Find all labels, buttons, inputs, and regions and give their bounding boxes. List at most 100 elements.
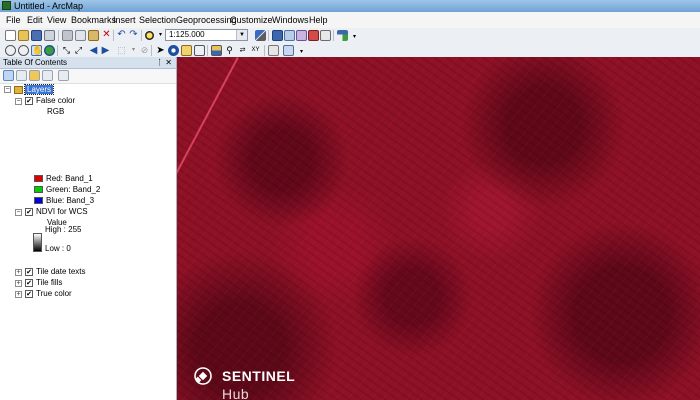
editor-toolbar-icon[interactable] (255, 30, 266, 41)
list-by-drawing-order-icon[interactable] (3, 70, 14, 81)
undo-icon[interactable]: ↶ (116, 30, 127, 41)
catalog-icon[interactable] (284, 30, 295, 41)
menu-file[interactable]: File (4, 12, 23, 28)
list-by-selection-icon[interactable] (42, 70, 53, 81)
layer-tile-fills[interactable]: Tile fills (36, 277, 62, 288)
cut-icon[interactable] (62, 30, 73, 41)
add-data-icon[interactable] (144, 30, 155, 41)
layer-tile-date-texts[interactable]: Tile date texts (36, 266, 86, 277)
fixed-zoom-out-icon[interactable]: ⤢ (73, 45, 84, 56)
list-by-source-icon[interactable] (16, 70, 27, 81)
create-viewer-window-icon[interactable] (283, 45, 294, 56)
standard-toolbar: ✕ ↶ ↷ ▾ 1:125.000 ▼ ▾ (0, 28, 700, 44)
list-by-visibility-icon[interactable] (29, 70, 40, 81)
html-popup-icon[interactable] (181, 45, 192, 56)
toolbar-separator (151, 45, 152, 56)
menu-edit[interactable]: Edit (25, 12, 45, 28)
arctoolbox-icon[interactable] (308, 30, 319, 41)
expand-icon[interactable]: + (15, 269, 22, 276)
toc-options-icon[interactable] (58, 70, 69, 81)
delete-icon[interactable]: ✕ (101, 30, 112, 41)
copy-icon[interactable] (75, 30, 86, 41)
collapse-icon[interactable]: − (4, 86, 11, 93)
toolbar-options-icon[interactable]: ▾ (349, 30, 360, 41)
menu-bar: File Edit View Bookmarks Insert Selectio… (0, 12, 700, 28)
rgb-legend-title: RGB (47, 107, 65, 116)
layer-true-color[interactable]: True color (36, 288, 72, 299)
menu-selection[interactable]: Selection (137, 12, 178, 28)
toc-layers-root[interactable]: Layers (23, 84, 55, 95)
ndvi-high-label: High : 255 (45, 225, 82, 234)
chevron-down-icon[interactable]: ▼ (236, 30, 247, 40)
satellite-icon (194, 367, 212, 385)
arcmap-app-icon (2, 1, 11, 10)
expand-icon[interactable]: + (15, 291, 22, 298)
python-window-icon[interactable] (320, 30, 331, 41)
menu-insert[interactable]: Insert (111, 12, 138, 28)
map-view[interactable]: SENTINEL Hub (177, 57, 700, 400)
map-scale-combo[interactable]: 1:125.000 ▼ (165, 29, 248, 41)
layer-visibility-checkbox[interactable]: ✔ (25, 290, 33, 298)
go-to-xy-icon[interactable]: XY (250, 45, 261, 56)
search-window-icon[interactable] (296, 30, 307, 41)
window-title: Untitled - ArcMap (14, 1, 84, 11)
model-builder-icon[interactable] (337, 30, 348, 41)
identify-icon[interactable] (168, 45, 179, 56)
menu-customize[interactable]: Customize (228, 12, 275, 28)
layer-visibility-checkbox[interactable]: ✔ (25, 208, 33, 216)
layer-visibility-checkbox[interactable]: ✔ (25, 268, 33, 276)
toc-title: Table Of Contents (3, 58, 68, 67)
pin-icon[interactable]: ᛙ (157, 57, 162, 68)
menu-windows[interactable]: Windows (270, 12, 311, 28)
menu-view[interactable]: View (45, 12, 68, 28)
blue-band-label: Blue: Band_3 (46, 196, 95, 205)
toolbar-separator (113, 30, 114, 41)
menu-help[interactable]: Help (307, 12, 330, 28)
title-bar: Untitled - ArcMap (0, 0, 700, 12)
layer-visibility-checkbox[interactable]: ✔ (25, 279, 33, 287)
layer-visibility-checkbox[interactable]: ✔ (25, 97, 33, 105)
measure-icon[interactable] (194, 45, 205, 56)
open-folder-icon[interactable] (18, 30, 29, 41)
select-elements-icon[interactable]: ➤ (155, 45, 166, 56)
clear-selection-icon[interactable]: ⊘ (139, 45, 150, 56)
zoom-in-icon[interactable] (5, 45, 16, 56)
satellite-imagery-texture (177, 57, 700, 400)
print-icon[interactable] (44, 30, 55, 41)
close-icon[interactable]: ✕ (165, 57, 172, 68)
collapse-icon[interactable]: − (15, 209, 22, 216)
save-icon[interactable] (31, 30, 42, 41)
full-extent-icon[interactable] (44, 45, 55, 56)
layer-false-color[interactable]: False color (36, 95, 75, 106)
pan-icon[interactable]: ✋ (31, 45, 43, 56)
toolbar-separator (333, 30, 334, 41)
go-forward-extent-icon[interactable]: ▶ (100, 45, 111, 56)
table-of-contents-icon[interactable] (272, 30, 283, 41)
expand-icon[interactable]: + (15, 280, 22, 287)
new-document-icon[interactable] (5, 30, 16, 41)
paste-icon[interactable] (88, 30, 99, 41)
fixed-zoom-in-icon[interactable]: ⤡ (61, 45, 72, 56)
time-slider-icon[interactable] (268, 45, 279, 56)
collapse-icon[interactable]: − (15, 98, 22, 105)
toolbar-options-icon[interactable]: ▾ (296, 45, 307, 56)
toolbar-separator (141, 30, 142, 41)
zoom-out-icon[interactable] (18, 45, 29, 56)
toc-toolbar (0, 69, 176, 84)
red-band-label: Red: Band_1 (46, 174, 93, 183)
toolbar-separator (207, 45, 208, 56)
hyperlink-icon[interactable] (211, 45, 222, 56)
toolbar-separator (57, 45, 58, 56)
ndvi-color-ramp (33, 233, 42, 252)
layer-ndvi-for-wcs[interactable]: NDVI for WCS (36, 206, 88, 217)
find-route-icon[interactable]: ⇄ (237, 45, 248, 56)
toc-header: Table Of Contents ᛙ ✕ (0, 57, 176, 69)
tools-toolbar: ✋ ⤡ ⤢ ◀ ▶ ⬚ ▾ ⊘ ➤ ⚲ ⇄ XY ▾ (0, 43, 700, 58)
map-scale-value: 1:125.000 (169, 30, 205, 39)
chevron-down-icon[interactable]: ▾ (128, 45, 139, 56)
go-back-extent-icon[interactable]: ◀ (88, 45, 99, 56)
find-icon[interactable]: ⚲ (224, 45, 235, 56)
select-by-rectangle-icon[interactable]: ⬚ (116, 45, 127, 56)
redo-icon[interactable]: ↷ (128, 30, 139, 41)
layers-folder-icon (14, 86, 23, 94)
